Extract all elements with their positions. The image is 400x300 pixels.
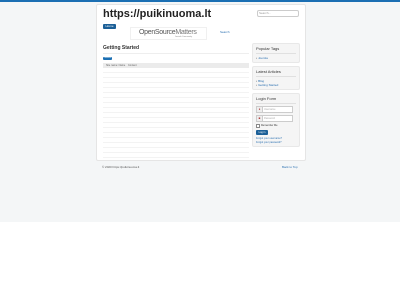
module-title: Popular Tags — [256, 46, 280, 51]
top-accent-line — [0, 0, 400, 2]
search-input[interactable]: Search... — [257, 10, 299, 17]
latest-articles-module: Latest Articles Blog Getting Started — [252, 66, 300, 90]
table-body — [103, 68, 249, 158]
password-placeholder: Password — [264, 117, 275, 120]
main-content: Getting Started Untitled Site name: Name… — [103, 45, 249, 158]
forgot-password-link[interactable]: Forgot your password? — [256, 141, 296, 145]
table-row — [103, 153, 249, 158]
login-form-module: Login Form ● Username ■ Password Remembe… — [252, 93, 300, 147]
divider — [256, 103, 296, 104]
back-to-top-link[interactable]: Back to Top — [282, 165, 298, 169]
banner-image[interactable]: OpenSourceMatters Joomla Community — [130, 27, 207, 40]
site-title[interactable]: https://puikinuoma.lt — [103, 8, 211, 20]
remember-checkbox[interactable] — [256, 124, 260, 128]
module-title: Latest Articles — [256, 69, 281, 74]
banner-subtext: Joomla Community — [175, 36, 193, 38]
sidebar: Popular Tags Joomla Latest Articles Blog… — [252, 43, 300, 150]
status-badge: Untitled — [103, 57, 112, 60]
login-button[interactable]: Log in — [256, 130, 268, 135]
footer-copyright: © 2020 https://puikinuoma.lt — [102, 165, 140, 169]
page-bottom-area — [0, 222, 400, 300]
divider — [103, 53, 249, 54]
user-icon: ● — [257, 107, 263, 112]
navbar: Home OpenSourceMatters Joomla Community … — [101, 22, 301, 40]
remember-me[interactable]: Remember Me — [256, 124, 296, 128]
popular-tags-module: Popular Tags Joomla — [252, 43, 300, 63]
banner-logo-text: OpenSourceMatters — [139, 29, 197, 36]
remember-label: Remember Me — [261, 124, 278, 127]
search-link[interactable]: Search — [220, 30, 230, 34]
divider — [256, 53, 296, 54]
password-field[interactable]: ■ Password — [256, 115, 293, 122]
home-button[interactable]: Home — [103, 24, 116, 29]
username-field[interactable]: ● Username — [256, 106, 293, 113]
page-container: https://puikinuoma.lt Search... Home Ope… — [96, 4, 306, 161]
lock-icon: ■ — [257, 116, 263, 121]
username-placeholder: Username — [264, 108, 276, 111]
page-heading: Getting Started — [103, 45, 140, 51]
article-link[interactable]: Getting Started — [256, 83, 296, 87]
tag-link[interactable]: Joomla — [256, 56, 296, 60]
divider — [256, 76, 296, 77]
module-title: Login Form — [256, 96, 277, 101]
